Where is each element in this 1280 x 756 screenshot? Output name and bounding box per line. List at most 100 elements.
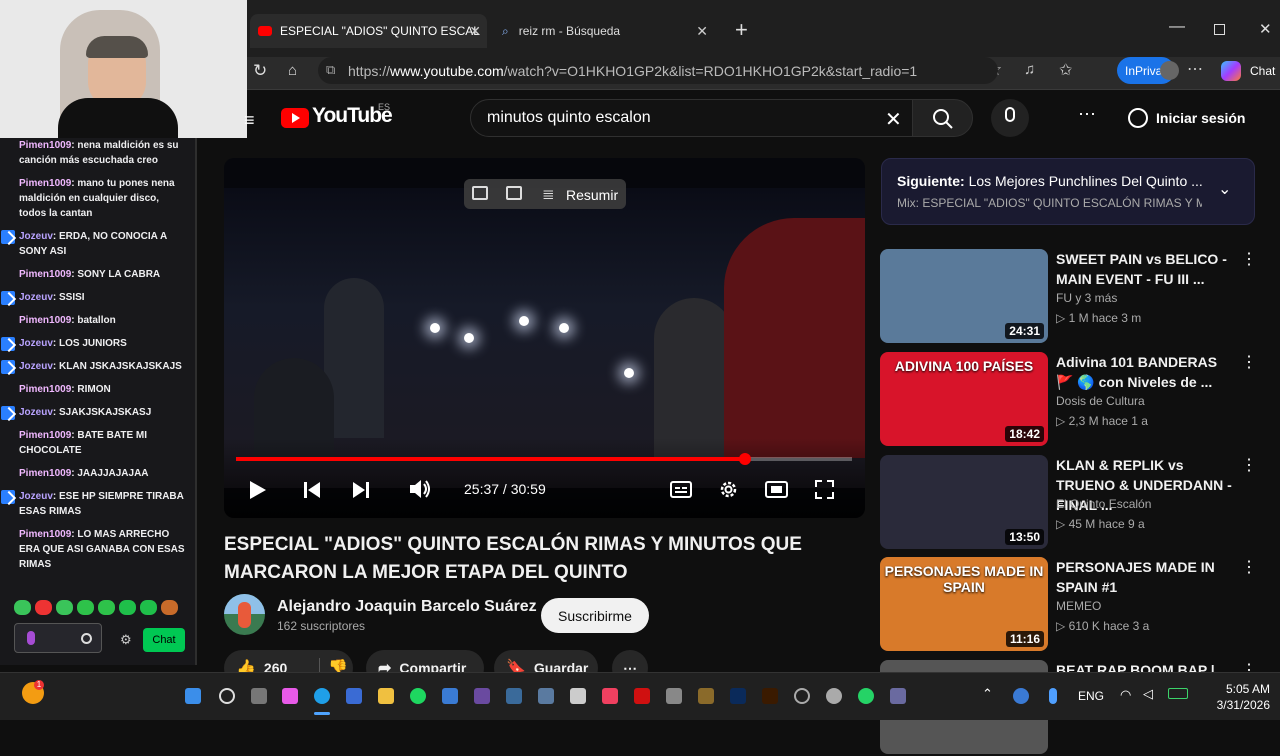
chat-send-button[interactable]: Chat — [143, 628, 185, 652]
chat-username[interactable]: Pimen1009 — [19, 529, 71, 540]
photoshop-icon[interactable] — [730, 688, 746, 704]
recommended-video[interactable]: 24:31 SWEET PAIN vs BELICO - MAIN EVENT -… — [880, 249, 1257, 345]
miniplayer-icon[interactable] — [472, 186, 488, 200]
inprivate-badge[interactable]: InPrivate — [1117, 57, 1179, 84]
previous-icon[interactable] — [303, 481, 321, 499]
video-thumbnail[interactable]: 24:31 — [880, 249, 1048, 343]
new-tab-icon[interactable]: + — [735, 17, 748, 43]
chat-username[interactable]: Jozeuv — [19, 407, 53, 418]
close-window-icon[interactable]: ✕ — [1259, 20, 1272, 38]
emote-icon[interactable] — [98, 600, 115, 615]
video-channel[interactable]: MEMEO — [1056, 599, 1101, 613]
summary-icon[interactable]: ≣ — [542, 185, 555, 203]
site-info-icon[interactable]: ⧉ — [326, 62, 335, 78]
recommended-video[interactable]: 13:50 KLAN & REPLIK vs TRUENO & UNDERDANN… — [880, 455, 1257, 551]
spotify-icon[interactable] — [410, 688, 426, 704]
edge-icon[interactable] — [314, 688, 330, 704]
video-thumbnail[interactable]: ADIVINA 100 PAÍSES 18:42 — [880, 352, 1048, 446]
chat-username[interactable]: Pimen1009 — [19, 384, 71, 395]
video-thumbnail[interactable]: 13:50 — [880, 455, 1048, 549]
emote-icon[interactable] — [119, 600, 136, 615]
music-icon[interactable] — [602, 688, 618, 704]
summarize-button[interactable]: Resumir — [566, 187, 618, 203]
recommended-video[interactable]: PERSONAJES MADE IN SPAIN 11:16 PERSONAJES … — [880, 557, 1257, 653]
video-title[interactable]: SWEET PAIN vs BELICO - MAIN EVENT - FU I… — [1056, 249, 1232, 289]
settings-more-icon[interactable]: ⋯ — [1078, 104, 1096, 125]
whatsapp-icon[interactable] — [858, 688, 874, 704]
playlist-icon[interactable] — [506, 186, 522, 200]
channel-avatar[interactable] — [224, 594, 265, 635]
more-options-icon[interactable]: ⋮ — [1241, 352, 1257, 372]
more-options-icon[interactable]: ⋮ — [1241, 557, 1257, 577]
emote-icon[interactable] — [35, 600, 52, 615]
sign-in-button[interactable]: Iniciar sesión — [1120, 103, 1256, 133]
app-icon[interactable] — [698, 688, 714, 704]
copilot-chat-label[interactable]: Chat — [1250, 64, 1275, 78]
video-thumbnail[interactable]: PERSONAJES MADE IN SPAIN 11:16 — [880, 557, 1048, 651]
clear-search-icon[interactable]: ✕ — [885, 107, 902, 132]
emoji-icon[interactable] — [81, 633, 92, 644]
netflix-icon[interactable] — [634, 688, 650, 704]
chat-username[interactable]: Jozeuv — [19, 338, 53, 349]
emote-icon[interactable] — [77, 600, 94, 615]
tab-search[interactable]: ⌕ reiz rm - Búsqueda ✕ — [492, 14, 714, 48]
app-icon[interactable] — [506, 688, 522, 704]
settings-taskbar-icon[interactable] — [826, 688, 842, 704]
app-icon[interactable] — [794, 688, 810, 704]
hamburger-menu-icon[interactable]: ≡ — [244, 110, 255, 131]
chat-username[interactable]: Pimen1009 — [19, 140, 71, 151]
refresh-icon[interactable]: ↻ — [253, 61, 267, 81]
up-next-title[interactable]: Los Mejores Punchlines Del Quinto ... — [969, 173, 1203, 189]
chat-input[interactable] — [14, 623, 102, 653]
up-next-panel[interactable]: ⌄ — [881, 158, 1255, 225]
subscribe-button[interactable]: Suscribirme — [541, 598, 649, 633]
chat-username[interactable]: Pimen1009 — [19, 178, 71, 189]
emote-icon[interactable] — [56, 600, 73, 615]
more-menu-icon[interactable]: ⋯ — [1187, 59, 1203, 79]
search-button[interactable] — [912, 99, 973, 137]
search-input[interactable]: minutos quinto escalon ✕ — [470, 99, 924, 137]
chat-username[interactable]: Pimen1009 — [19, 468, 71, 479]
next-icon[interactable] — [352, 481, 370, 499]
task-view-icon[interactable] — [251, 688, 267, 704]
address-input[interactable]: ⧉ https://www.youtube.com/watch?v=O1HKHO… — [318, 57, 998, 84]
channel-name[interactable]: Alejandro Joaquin Barcelo Suárez — [277, 598, 537, 616]
mic-icon[interactable] — [27, 631, 35, 645]
youtube-logo-icon[interactable] — [281, 108, 309, 128]
more-options-icon[interactable]: ⋮ — [1241, 249, 1257, 269]
video-title[interactable]: Adivina 101 BANDERAS 🚩 🌎 con Niveles de … — [1056, 352, 1232, 392]
more-options-icon[interactable]: ⋮ — [1241, 455, 1257, 475]
onedrive-icon[interactable] — [1013, 688, 1029, 704]
mic-tray-icon[interactable] — [1049, 688, 1057, 704]
theater-mode-icon[interactable] — [765, 481, 788, 498]
emote-icon[interactable] — [140, 600, 157, 615]
app-icon[interactable] — [570, 688, 586, 704]
app-icon[interactable] — [890, 688, 906, 704]
battery-icon[interactable] — [1168, 688, 1188, 699]
chat-message-list[interactable]: Pimen1009: nena maldición es su canción … — [0, 138, 195, 588]
recommended-video[interactable]: ADIVINA 100 PAÍSES 18:42 Adivina 101 BANDE… — [880, 352, 1257, 448]
video-title[interactable]: PERSONAJES MADE IN SPAIN #1 — [1056, 557, 1232, 597]
close-tab-icon[interactable]: ✕ — [469, 23, 481, 40]
chat-username[interactable]: Pimen1009 — [19, 315, 71, 326]
video-channel[interactable]: FU y 3 más — [1056, 291, 1117, 305]
app-icon[interactable] — [538, 688, 554, 704]
extensions-icon[interactable]: ♫ — [1024, 61, 1035, 78]
security-icon[interactable] — [442, 688, 458, 704]
fullscreen-icon[interactable] — [815, 480, 834, 499]
maximize-icon[interactable] — [1214, 24, 1225, 35]
emote-icon[interactable] — [14, 600, 31, 615]
emote-icon[interactable] — [161, 600, 178, 615]
app-icon[interactable] — [666, 688, 682, 704]
video-channel[interactable]: Dosis de Cultura — [1056, 394, 1145, 408]
chat-username[interactable]: Jozeuv — [19, 491, 53, 502]
home-icon[interactable]: ⌂ — [288, 62, 297, 79]
video-player[interactable] — [224, 158, 865, 518]
copilot-icon[interactable] — [1221, 61, 1241, 81]
volume-icon[interactable] — [409, 478, 433, 500]
chat-username[interactable]: Jozeuv — [19, 361, 53, 372]
voice-search-button[interactable] — [991, 99, 1029, 137]
system-clock[interactable]: 5:05 AM 3/31/2026 — [1200, 681, 1270, 713]
tab-youtube[interactable]: ESPECIAL "ADIOS" QUINTO ESCAL ✕ — [250, 14, 487, 48]
chat-username[interactable]: Pimen1009 — [19, 269, 71, 280]
